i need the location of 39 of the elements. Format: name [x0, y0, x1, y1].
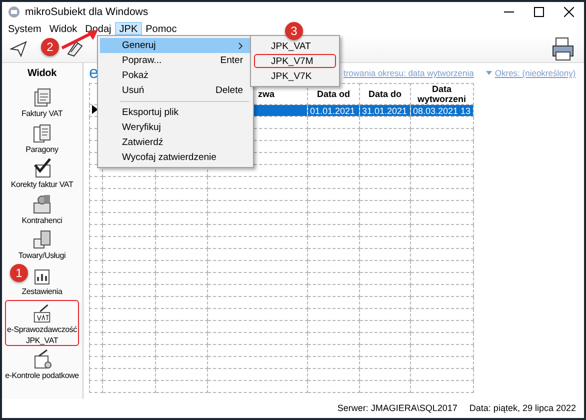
menu-item[interactable]: JPK: [115, 22, 142, 34]
sidebar-item[interactable]: Faktury VAT: [21, 108, 63, 119]
close-icon[interactable]: [564, 6, 574, 16]
sidebar-item[interactable]: e-Sprawozdawczość JPK_VAT: [5, 324, 79, 346]
table-cell: 31.01.2021: [360, 104, 410, 116]
sidebar-title: Widok: [26, 67, 58, 81]
menu-item[interactable]: Generuj: [100, 38, 251, 53]
sidebar-item[interactable]: Kontrahenci: [22, 214, 62, 226]
submenu-item[interactable]: JPK_V7M: [254, 54, 336, 68]
menu-item[interactable]: System: [4, 22, 46, 34]
sidebar-item[interactable]: Towary/Usługi: [18, 250, 66, 262]
paper-plane-icon[interactable]: [10, 40, 27, 56]
menu-item[interactable]: Pomoc: [142, 22, 181, 34]
menu-item[interactable]: Widok: [45, 22, 82, 34]
table-cell: 01.01.2021: [308, 104, 360, 116]
sidebar-item[interactable]: e-Kontrole podatkowe: [5, 370, 79, 381]
app-icon: [8, 6, 20, 18]
maximize-icon[interactable]: [534, 6, 544, 16]
sidebar-item[interactable]: Zestawienia: [22, 286, 62, 297]
step-badge: 3: [285, 22, 303, 40]
column-header[interactable]: zwa: [258, 89, 275, 99]
menu-item[interactable]: Weryfikuj: [100, 120, 251, 135]
sidebar-item[interactable]: Korekty faktur VAT: [10, 179, 74, 190]
date-label: Data: piątek, 29 lipca 2022: [469, 403, 576, 413]
printer-icon[interactable]: [550, 36, 576, 62]
submenu-item[interactable]: JPK_V7K: [254, 69, 336, 83]
table-cell: 08.03.2021 13: [410, 104, 474, 116]
view-heading: e: [89, 63, 98, 83]
menu-item[interactable]: Usuń Delete: [100, 83, 251, 98]
submenu-item[interactable]: JPK_VAT: [254, 39, 336, 53]
row-pointer-icon: [92, 106, 98, 114]
window-title: mikroSubiekt dla Windows: [25, 6, 150, 18]
server-label: Serwer: JMAGIERA\SQL2017: [337, 403, 458, 413]
menu-item[interactable]: Popraw... Enter: [100, 53, 251, 68]
sidebar-item[interactable]: Paragony: [26, 144, 58, 155]
dropdown-icon: [486, 71, 492, 75]
menu-item[interactable]: Zatwierdź: [100, 135, 251, 150]
menu-item[interactable]: Wycofaj zatwierdzenie: [100, 150, 251, 165]
menu-item[interactable]: Pokaż: [100, 68, 251, 83]
